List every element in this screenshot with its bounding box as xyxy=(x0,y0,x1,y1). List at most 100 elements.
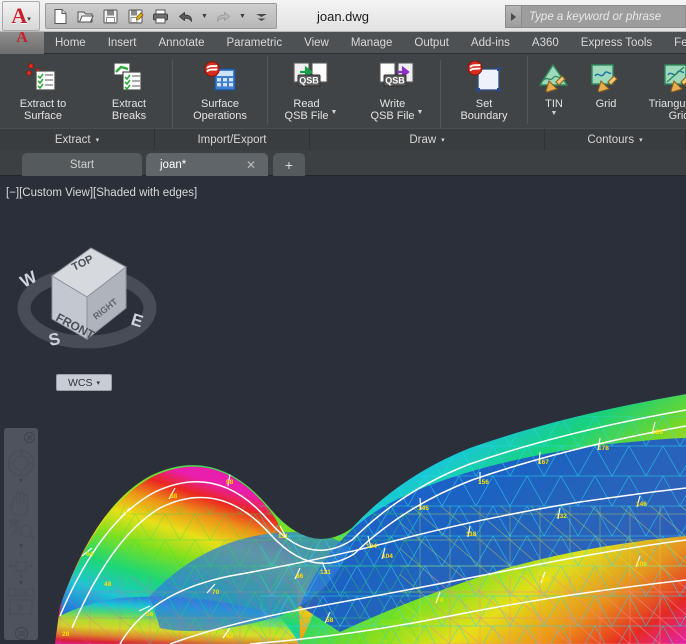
button-label: Extract Breaks xyxy=(111,98,147,122)
show-motion-icon[interactable] xyxy=(4,587,38,627)
svg-text:132: 132 xyxy=(556,513,567,520)
grid-button[interactable]: Grid xyxy=(580,58,632,110)
tab-annotate[interactable]: Annotate xyxy=(147,32,215,54)
autocad-logo-icon: A xyxy=(11,3,27,28)
tab-output[interactable]: Output xyxy=(403,32,460,54)
ucs-dropdown[interactable]: WCS ▾ xyxy=(56,374,112,391)
viewport-config-label[interactable]: [−][Custom View][Shaded with edges] xyxy=(6,187,197,199)
tab-view[interactable]: View xyxy=(293,32,340,54)
tab-a360[interactable]: A360 xyxy=(521,32,570,54)
svg-text:33: 33 xyxy=(40,611,48,618)
panel-title-contours[interactable]: Contours ▾ xyxy=(545,129,686,151)
read-qsb-file-button[interactable]: QSB Read QSB File ▼ xyxy=(268,58,354,122)
panel-title-text: Import/Export xyxy=(197,134,267,146)
undo-arrow-icon[interactable] xyxy=(176,7,195,26)
svg-text:106: 106 xyxy=(636,561,647,568)
search-input[interactable] xyxy=(521,5,686,28)
steering-wheel-icon[interactable] xyxy=(4,448,38,478)
write-qsb-file-icon: QSB xyxy=(378,58,416,96)
set-boundary-button[interactable]: Set Boundary xyxy=(441,58,527,122)
plus-icon: + xyxy=(284,156,294,173)
ribbon-panel-titles: Extract ▾ Import/Export Draw ▾ Contours … xyxy=(0,128,686,151)
save-as-icon[interactable] xyxy=(126,7,145,26)
application-menu-button[interactable]: A ▾ xyxy=(2,1,40,31)
svg-text:98: 98 xyxy=(226,479,234,486)
extract-breaks-button[interactable]: Extract Breaks xyxy=(86,58,172,122)
chevron-down-icon[interactable]: ▾ xyxy=(441,136,445,144)
redo-dropdown-icon[interactable]: ▼ xyxy=(239,13,246,20)
svg-text:QSB: QSB xyxy=(385,76,405,86)
panel-draw: TIN ▼ Grid Triangu Gri xyxy=(528,54,686,128)
svg-text:56: 56 xyxy=(146,611,154,618)
panel-title-import-export[interactable]: Import/Export xyxy=(155,129,310,151)
chevron-down-icon[interactable]: ▼ xyxy=(551,110,558,117)
steering-wheel-dropdown-icon[interactable]: ▼ xyxy=(18,478,25,485)
doc-tab-joan[interactable]: joan* ✕ xyxy=(146,153,268,176)
tab-parametric[interactable]: Parametric xyxy=(216,32,294,54)
new-file-icon[interactable] xyxy=(51,7,70,26)
triangulated-grid-button[interactable]: Triangulated Grid xyxy=(632,58,686,122)
view-cube[interactable]: W S E TOP FRONT RIGHT xyxy=(14,236,164,376)
orbit-icon[interactable] xyxy=(4,550,38,580)
surface-operations-button[interactable]: Surface Operations xyxy=(173,58,267,122)
write-qsb-file-button[interactable]: QSB Write QSB File ▼ xyxy=(354,58,440,122)
svg-text:74: 74 xyxy=(436,597,444,604)
pan-hand-icon[interactable] xyxy=(4,489,38,517)
search-dropdown-icon[interactable] xyxy=(505,5,521,28)
svg-text:48: 48 xyxy=(104,581,112,588)
button-label: Surface Operations xyxy=(193,98,247,122)
open-folder-icon[interactable] xyxy=(76,7,95,26)
triangulated-grid-icon xyxy=(662,58,686,96)
tab-insert[interactable]: Insert xyxy=(97,32,148,54)
ribbon-tab-bar: A Home Insert Annotate Parametric View M… xyxy=(0,32,686,54)
drag-handle-icon[interactable] xyxy=(4,627,38,640)
ribbon-panel-row: Extract to Surface Extract Breaks Surfac… xyxy=(0,54,686,128)
document-tab-bar: Start joan* ✕ + xyxy=(0,150,686,176)
panel-title-extract[interactable]: Extract ▾ xyxy=(0,129,155,151)
tab-add-ins[interactable]: Add-ins xyxy=(460,32,521,54)
svg-text:121: 121 xyxy=(320,569,331,576)
chevron-down-icon[interactable]: ▼ xyxy=(417,109,424,116)
chevron-down-icon[interactable]: ▾ xyxy=(96,136,100,144)
tab-express-tools[interactable]: Express Tools xyxy=(570,32,663,54)
tab-featured[interactable]: Fea xyxy=(663,32,686,54)
panel-title-draw[interactable]: Draw ▾ xyxy=(310,129,545,151)
label-with-dropdown: Write QSB File ▼ xyxy=(369,96,426,122)
tin-button[interactable]: TIN ▼ xyxy=(528,58,580,117)
close-icon[interactable]: ✕ xyxy=(246,158,256,172)
svg-text:167: 167 xyxy=(538,459,549,466)
button-label: Read QSB File xyxy=(284,98,329,122)
info-center-search xyxy=(505,5,686,28)
redo-arrow-icon[interactable] xyxy=(214,7,233,26)
tab-home[interactable]: Home xyxy=(44,32,97,54)
ribbon: Extract to Surface Extract Breaks Surfac… xyxy=(0,54,686,151)
drawing-viewport[interactable]: [−][Custom View][Shaded with edges] 64 7… xyxy=(0,176,686,644)
button-label: Write QSB File xyxy=(370,98,415,122)
panel-title-text: Extract xyxy=(54,134,91,146)
printer-icon[interactable] xyxy=(151,7,170,26)
chevron-down-icon[interactable]: ▼ xyxy=(331,109,338,116)
tab-manage[interactable]: Manage xyxy=(340,32,404,54)
new-tab-button[interactable]: + xyxy=(273,153,305,176)
svg-text:145: 145 xyxy=(418,505,429,512)
orbit-dropdown-icon[interactable]: ▼ xyxy=(18,580,25,587)
svg-text:77: 77 xyxy=(124,511,132,518)
zoom-extents-icon[interactable] xyxy=(4,517,38,543)
svg-text:88: 88 xyxy=(170,493,178,500)
zoom-dropdown-icon[interactable]: ▼ xyxy=(18,543,25,550)
panel-extract: Extract to Surface Extract Breaks Surfac… xyxy=(0,54,267,128)
svg-text:134: 134 xyxy=(366,543,377,550)
extract-to-surface-button[interactable]: Extract to Surface xyxy=(0,58,86,122)
button-label: TIN xyxy=(545,98,563,110)
chevron-down-icon[interactable] xyxy=(252,7,271,26)
chevron-down-icon[interactable]: ▾ xyxy=(639,136,643,144)
svg-text:111: 111 xyxy=(278,533,289,540)
save-floppy-icon[interactable] xyxy=(101,7,120,26)
doc-tab-start[interactable]: Start xyxy=(22,153,142,176)
svg-text:178: 178 xyxy=(598,445,609,452)
read-qsb-file-icon: QSB xyxy=(292,58,330,96)
undo-dropdown-icon[interactable]: ▼ xyxy=(201,13,208,20)
grid-icon xyxy=(589,58,623,96)
close-icon[interactable] xyxy=(24,430,35,448)
doc-tab-label: joan* xyxy=(160,158,187,171)
